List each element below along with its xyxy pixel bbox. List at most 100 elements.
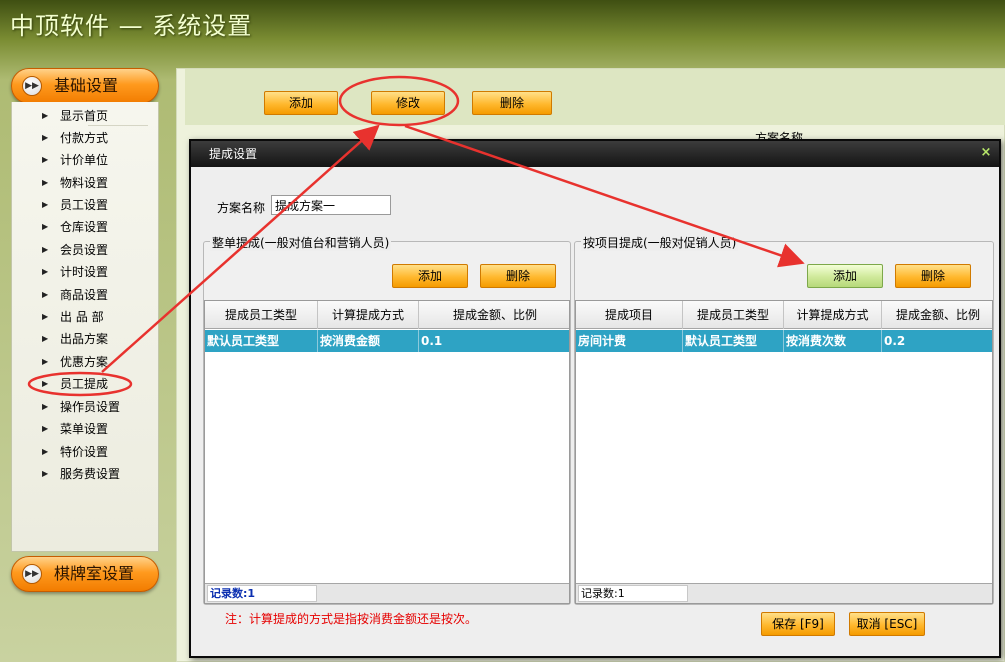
sidebar-item-label: 特价设置 — [60, 445, 109, 459]
sidebar-item-unit[interactable]: ▶ 计价单位 — [40, 150, 156, 170]
record-count: 记录数:1 — [207, 585, 317, 602]
bullet-icon: ▶ — [42, 424, 49, 433]
chess-room-settings-section-button[interactable]: ▶▶ 棋牌室设置 — [11, 556, 159, 592]
sidebar-item-dispatch-plan[interactable]: ▶ 出品方案 — [40, 329, 156, 349]
sidebar-item-warehouse[interactable]: ▶ 仓库设置 — [40, 217, 156, 237]
bullet-icon: ▶ — [42, 357, 49, 366]
bullet-icon: ▶ — [42, 290, 49, 299]
sidebar-item-member[interactable]: ▶ 会员设置 — [40, 240, 156, 260]
grid-column-header[interactable]: 提成项目 — [576, 301, 683, 329]
bullet-icon: ▶ — [42, 267, 49, 276]
bullet-icon: ▶ — [42, 245, 49, 254]
sidebar-item-label: 员工提成 — [60, 377, 109, 391]
main-add-button[interactable]: 添加 — [264, 91, 338, 115]
whole-order-delete-button[interactable]: 删除 — [480, 264, 556, 288]
grid-column-header[interactable]: 提成金额、比例 — [419, 301, 571, 329]
grid-header: 提成项目 提成员工类型 计算提成方式 提成金额、比例 — [576, 301, 992, 329]
grid-header: 提成员工类型 计算提成方式 提成金额、比例 — [205, 301, 569, 329]
by-item-add-button[interactable]: 添加 — [807, 264, 883, 288]
sidebar-item-timing[interactable]: ▶ 计时设置 — [40, 262, 156, 282]
table-row[interactable]: 默认员工类型 按消费金额 0.1 — [205, 330, 569, 352]
bullet-icon: ▶ — [42, 133, 49, 142]
grid-column-header[interactable]: 提成员工类型 — [683, 301, 784, 329]
main-delete-button[interactable]: 删除 — [472, 91, 552, 115]
whole-order-add-button[interactable]: 添加 — [392, 264, 468, 288]
grid-column-header[interactable]: 计算提成方式 — [318, 301, 419, 329]
sidebar-item-label: 操作员设置 — [60, 400, 121, 414]
bullet-icon: ▶ — [42, 111, 49, 120]
whole-order-grid[interactable]: 提成员工类型 计算提成方式 提成金额、比例 默认员工类型 按消费金额 0.1 记… — [204, 300, 570, 604]
sidebar-item-label: 服务费设置 — [60, 467, 121, 481]
table-cell: 房间计费 — [576, 330, 683, 352]
sidebar-item-discount[interactable]: ▶ 优惠方案 — [40, 352, 156, 372]
by-item-grid[interactable]: 提成项目 提成员工类型 计算提成方式 提成金额、比例 房间计费 默认员工类型 按… — [575, 300, 993, 604]
dialog-title: 提成设置 — [209, 147, 258, 161]
save-button[interactable]: 保存 [F9] — [761, 612, 835, 636]
sidebar-item-special-price[interactable]: ▶ 特价设置 — [40, 442, 156, 462]
sidebar-item-label: 出 品 部 — [60, 310, 104, 324]
double-chevron-right-icon: ▶▶ — [22, 564, 42, 584]
sidebar-item-label: 出品方案 — [60, 332, 109, 346]
basic-settings-section-button[interactable]: ▶▶ 基础设置 — [11, 68, 159, 104]
table-cell: 按消费金额 — [318, 330, 419, 352]
sidebar-item-label: 会员设置 — [60, 243, 109, 257]
sidebar: ▶▶ 基础设置 ▶ 显示首页 ▶ 付款方式 ▶ 计价单位 ▶ 物料设置 ▶ 员工设置 ▶ 仓… — [9, 68, 161, 656]
bullet-icon: ▶ — [42, 334, 49, 343]
whole-order-commission-group: 整单提成(一般对值台和营销人员) 添加 删除 提成员工类型 计算提成方式 提成金… — [203, 234, 571, 605]
bullet-icon: ▶ — [42, 447, 49, 456]
grid-footer: 记录数:1 — [205, 583, 569, 603]
whole-order-group-title: 整单提成(一般对值台和营销人员) — [210, 234, 392, 251]
sidebar-item-service-fee[interactable]: ▶ 服务费设置 — [40, 464, 156, 484]
by-item-commission-group: 按项目提成(一般对促销人员) 添加 删除 提成项目 提成员工类型 计算提成方式 … — [574, 234, 994, 605]
scheme-name-label: 方案名称 — [217, 201, 266, 215]
chess-room-settings-label: 棋牌室设置 — [54, 564, 135, 583]
sidebar-item-dispatch[interactable]: ▶ 出 品 部 — [40, 307, 156, 327]
basic-settings-label: 基础设置 — [54, 76, 119, 95]
main-toolbar: 添加 修改 删除 — [185, 69, 1005, 125]
bullet-icon: ▶ — [42, 469, 49, 478]
grid-column-header[interactable]: 提成金额、比例 — [882, 301, 994, 329]
main-edit-button[interactable]: 修改 — [371, 91, 445, 115]
sidebar-item-goods[interactable]: ▶ 商品设置 — [40, 285, 156, 305]
sidebar-item-label: 物料设置 — [60, 176, 109, 190]
bullet-icon: ▶ — [42, 178, 49, 187]
sidebar-item-label: 优惠方案 — [60, 355, 109, 369]
bullet-icon: ▶ — [42, 379, 49, 388]
sidebar-item-home[interactable]: ▶ 显示首页 — [40, 106, 156, 126]
close-icon[interactable]: × — [979, 146, 993, 160]
sidebar-item-label: 员工设置 — [60, 198, 109, 212]
bullet-icon: ▶ — [42, 200, 49, 209]
commission-settings-dialog: 提成设置 × 方案名称 整单提成(一般对值台和营销人员) 添加 删除 提成员工类… — [189, 139, 1001, 658]
dialog-titlebar[interactable]: 提成设置 × — [191, 141, 999, 167]
grid-footer: 记录数:1 — [576, 583, 992, 603]
note-text: 注：计算提成的方式是指按消费金额还是按次。 — [225, 612, 478, 626]
sidebar-item-staff[interactable]: ▶ 员工设置 — [40, 195, 156, 215]
double-chevron-right-icon: ▶▶ — [22, 76, 42, 96]
cancel-button[interactable]: 取消 [ESC] — [849, 612, 925, 636]
sidebar-item-staff-commission[interactable]: ▶ 员工提成 — [40, 374, 156, 394]
sidebar-item-menu[interactable]: ▶ 菜单设置 — [40, 419, 156, 439]
bullet-icon: ▶ — [42, 402, 49, 411]
bullet-icon: ▶ — [42, 312, 49, 321]
sidebar-item-label: 仓库设置 — [60, 220, 109, 234]
grid-column-header[interactable]: 提成员工类型 — [205, 301, 318, 329]
table-row[interactable]: 房间计费 默认员工类型 按消费次数 0.2 — [576, 330, 992, 352]
sidebar-item-label: 菜单设置 — [60, 422, 109, 436]
table-cell: 默认员工类型 — [683, 330, 784, 352]
sidebar-item-payment[interactable]: ▶ 付款方式 — [40, 128, 156, 148]
table-cell: 默认员工类型 — [205, 330, 318, 352]
sidebar-item-material[interactable]: ▶ 物料设置 — [40, 173, 156, 193]
sidebar-item-label: 付款方式 — [60, 131, 109, 145]
record-count: 记录数:1 — [578, 585, 688, 602]
sidebar-menu: ▶ 显示首页 ▶ 付款方式 ▶ 计价单位 ▶ 物料设置 ▶ 员工设置 ▶ 仓库设置 ▶ 会员设… — [11, 102, 159, 552]
by-item-delete-button[interactable]: 删除 — [895, 264, 971, 288]
by-item-group-title: 按项目提成(一般对促销人员) — [581, 234, 739, 251]
table-cell: 0.2 — [884, 334, 906, 348]
sidebar-item-label: 商品设置 — [60, 288, 109, 302]
sidebar-item-label: 显示首页 — [60, 109, 109, 123]
grid-column-header[interactable]: 计算提成方式 — [784, 301, 882, 329]
sidebar-item-operator[interactable]: ▶ 操作员设置 — [40, 397, 156, 417]
sidebar-item-label: 计价单位 — [60, 153, 109, 167]
scheme-name-input[interactable] — [271, 195, 391, 215]
bullet-icon: ▶ — [42, 222, 49, 231]
